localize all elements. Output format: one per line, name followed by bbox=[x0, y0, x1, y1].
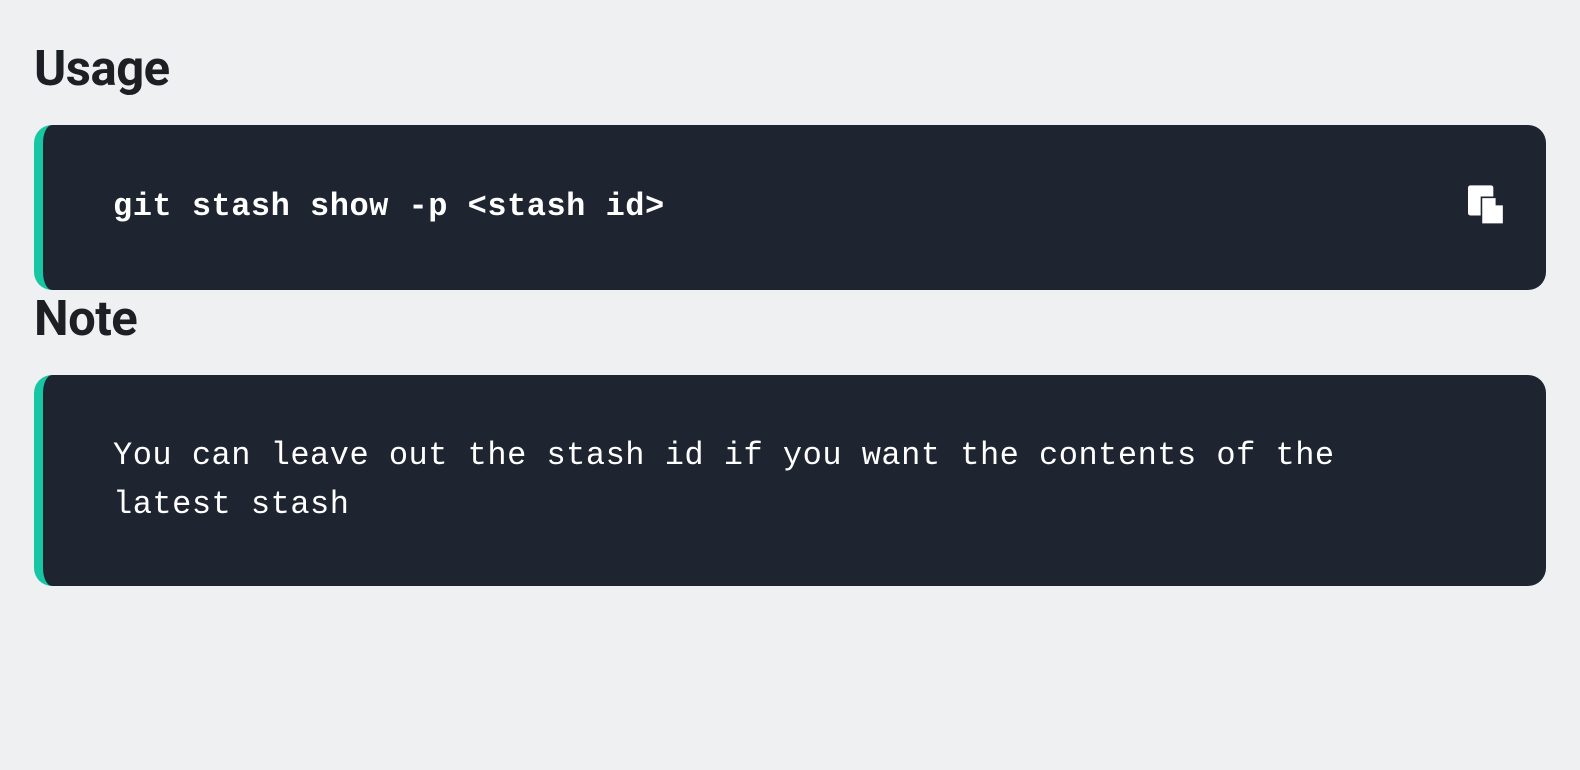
copy-button[interactable] bbox=[1466, 186, 1508, 228]
usage-code-text: git stash show -p <stash id> bbox=[113, 185, 1470, 230]
copy-icon bbox=[1468, 185, 1506, 230]
usage-code-block: git stash show -p <stash id> bbox=[34, 125, 1546, 290]
note-block: You can leave out the stash id if you wa… bbox=[34, 375, 1546, 586]
note-heading: Note bbox=[34, 290, 1546, 347]
usage-section: Usage git stash show -p <stash id> bbox=[34, 40, 1546, 290]
usage-heading: Usage bbox=[34, 40, 1546, 97]
note-text: You can leave out the stash id if you wa… bbox=[113, 431, 1470, 530]
note-section: Note You can leave out the stash id if y… bbox=[34, 290, 1546, 586]
